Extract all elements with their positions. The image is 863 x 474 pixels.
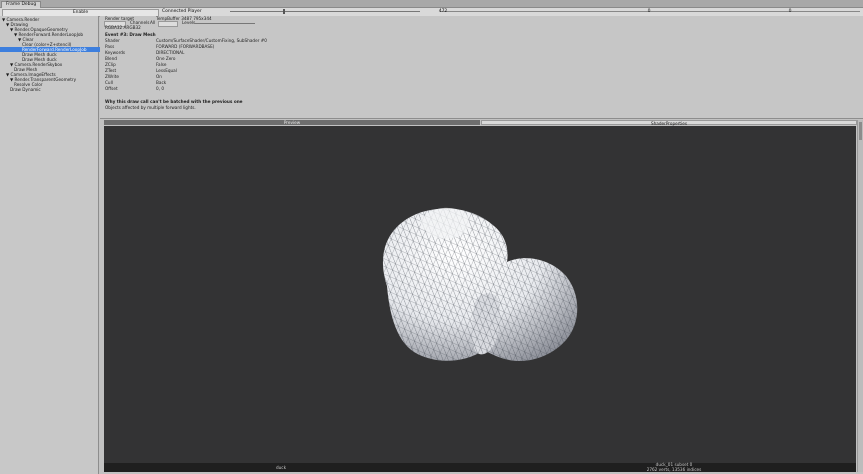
property-value: On [156,74,162,79]
event-index-c: 0 [788,9,792,14]
property-value: Back [156,80,167,85]
divider [100,118,863,119]
window-tab-bar: Frame Debug [0,0,863,8]
tree-item[interactable]: Draw Dynamic [0,87,108,92]
mesh-name: duck [276,465,287,470]
property-value: 0, 0 [156,86,164,91]
batch-reason: Objects affected by multiple forward lig… [105,105,196,110]
property-key: ZWrite [105,74,119,79]
property-value: DIRECTIONAL [156,50,185,55]
mesh-subset-line2: 2762 verts, 13536 indices [646,466,702,472]
rt-format: RGBA32 ARGB32 [105,25,141,30]
property-key: Blend [105,56,117,61]
mesh-subset-info: duck_01 subset 0 2762 verts, 13536 indic… [634,462,714,472]
levels-label: Levels [182,20,196,25]
event-slider-track[interactable] [230,11,420,12]
property-key: ZTest [105,68,117,73]
connected-player-dropdown[interactable]: Connected Player [160,9,222,15]
property-value: One Zero [156,56,176,61]
property-key: Shader [105,38,120,43]
property-value: False [156,62,167,67]
duck-mesh-render [382,207,578,362]
property-value: Custom/SurfaceShader/CustomFixing, SubSh… [156,38,267,43]
mesh-preview-viewport[interactable] [104,126,856,464]
event-details: Render target TempBuffer 3487 795x344 Ch… [100,16,863,119]
property-key: Pass [105,44,115,49]
event-tree: ▼ Camera.Render ▼ Drawing ▼ Render.OpaqueG… [0,16,120,474]
event-index-b: 0 [647,9,651,14]
property-key: ZClip [105,62,116,67]
event-properties: Shader Custom/SurfaceShader/CustomFixing,… [100,38,500,98]
property-key: Keywords [105,50,126,55]
event-title: Event #3: Draw Mesh [105,32,156,37]
event-slider-handle[interactable] [283,9,285,14]
channel-buttons[interactable] [158,21,178,27]
property-key: Offset [105,86,118,91]
property-value: LessEqual [156,68,177,73]
preview-footer: duck duck_01 subset 0 2762 verts, 13536 … [104,462,856,472]
levels-slider[interactable] [195,23,255,24]
tab-frame-debugger[interactable]: Frame Debug [1,1,42,8]
property-key: Cull [105,80,113,85]
vertical-scrollbar[interactable] [857,120,863,472]
tab-shader-properties[interactable]: ShaderProperties [481,120,857,126]
tab-preview[interactable]: Preview [104,120,480,125]
batch-title: Why this draw call can't be batched with… [105,99,243,104]
scrollbar-thumb[interactable] [859,122,862,140]
event-count: 472 [438,9,448,14]
property-value: FORWARD (FORWARDBASE) [156,44,215,49]
channels-dropdown[interactable]: All [150,20,155,25]
